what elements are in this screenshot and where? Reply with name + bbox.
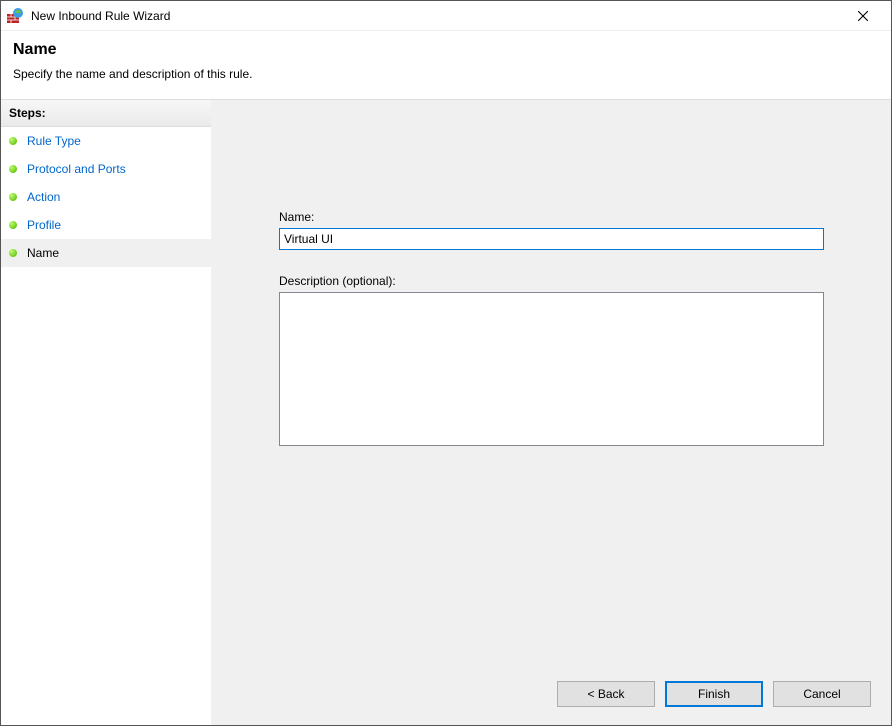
step-rule-type[interactable]: Rule Type: [1, 127, 211, 155]
step-label: Protocol and Ports: [27, 162, 126, 176]
form-area: Name: Description (optional):: [211, 100, 891, 449]
bullet-icon: [9, 193, 17, 201]
close-icon: [858, 11, 868, 21]
step-name[interactable]: Name: [1, 239, 211, 267]
steps-list: Rule Type Protocol and Ports Action Prof…: [1, 127, 211, 267]
steps-sidebar: Steps: Rule Type Protocol and Ports Acti…: [1, 100, 211, 725]
step-label: Profile: [27, 218, 61, 232]
main-panel: Name: Description (optional): < Back Fin…: [211, 100, 891, 725]
wizard-header: Name Specify the name and description of…: [1, 31, 891, 100]
step-action[interactable]: Action: [1, 183, 211, 211]
titlebar: New Inbound Rule Wizard: [1, 1, 891, 31]
close-button[interactable]: [843, 2, 883, 30]
window-title: New Inbound Rule Wizard: [31, 9, 843, 23]
step-label: Name: [27, 246, 59, 260]
page-subtitle: Specify the name and description of this…: [13, 67, 879, 81]
bullet-icon: [9, 137, 17, 145]
step-profile[interactable]: Profile: [1, 211, 211, 239]
step-protocol-ports[interactable]: Protocol and Ports: [1, 155, 211, 183]
page-title: Name: [13, 41, 879, 59]
name-input[interactable]: [279, 228, 824, 250]
wizard-window: New Inbound Rule Wizard Name Specify the…: [0, 0, 892, 726]
name-label: Name:: [279, 210, 851, 224]
button-row: < Back Finish Cancel: [557, 681, 871, 707]
cancel-button[interactable]: Cancel: [773, 681, 871, 707]
bullet-icon: [9, 221, 17, 229]
description-input[interactable]: [279, 292, 824, 446]
finish-button[interactable]: Finish: [665, 681, 763, 707]
description-label: Description (optional):: [279, 274, 851, 288]
bullet-icon: [9, 249, 17, 257]
bullet-icon: [9, 165, 17, 173]
steps-heading: Steps:: [1, 100, 211, 127]
step-label: Rule Type: [27, 134, 81, 148]
step-label: Action: [27, 190, 60, 204]
firewall-app-icon: [7, 8, 23, 24]
wizard-body: Steps: Rule Type Protocol and Ports Acti…: [1, 100, 891, 725]
back-button[interactable]: < Back: [557, 681, 655, 707]
